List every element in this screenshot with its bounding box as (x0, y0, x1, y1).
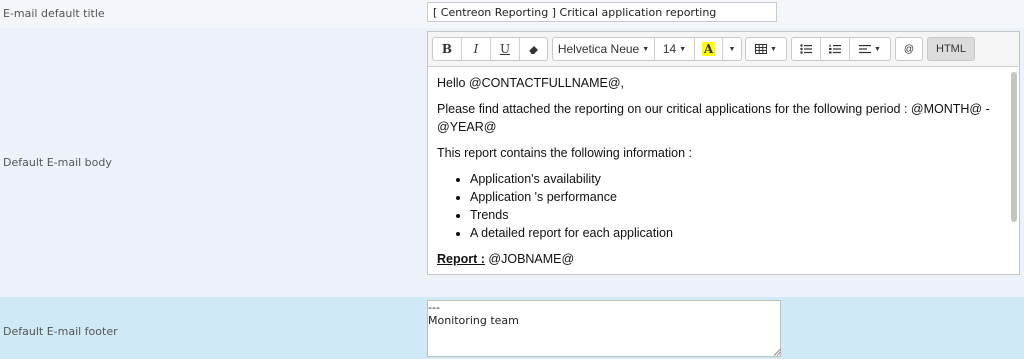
email-body-row: Default E-mail body B I U Helvetica Neue… (0, 28, 1024, 297)
list-item: Trends (470, 206, 997, 224)
link-button-group: @ (895, 37, 923, 61)
report-line: Report : @JOBNAME@ (437, 250, 997, 268)
eraser-icon (528, 45, 538, 54)
font-color-button[interactable]: A (695, 38, 723, 60)
format-button-group: B I U (432, 37, 548, 61)
table-icon (755, 44, 768, 54)
list-button-group: ▼ (791, 37, 891, 61)
eraser-button[interactable] (520, 38, 547, 60)
info-list: Application's availability Application '… (437, 170, 997, 242)
table-button-group: ▼ (745, 37, 787, 61)
font-size-dropdown[interactable]: 14 ▼ (655, 38, 695, 60)
underline-button[interactable]: U (491, 38, 520, 60)
list-item: A detailed report for each application (470, 224, 997, 242)
html-view-button[interactable]: HTML (928, 38, 974, 60)
chevron-down-icon: ▼ (728, 45, 736, 53)
font-color-icon: A (701, 42, 716, 56)
email-footer-row: Default E-mail footer --- Monitoring tea… (0, 297, 1024, 359)
ordered-list-icon (829, 44, 841, 54)
font-family-value: Helvetica Neue (557, 42, 640, 56)
email-link-button[interactable]: @ (896, 38, 922, 60)
editor-scrollbar[interactable] (1011, 72, 1017, 222)
email-title-label: E-mail default title (3, 7, 105, 20)
chevron-down-icon: ▼ (770, 45, 777, 53)
ordered-list-button[interactable] (821, 38, 850, 60)
html-button-group: HTML (927, 37, 975, 61)
report-label: Report : (437, 252, 485, 266)
bold-button[interactable]: B (433, 38, 462, 60)
table-dropdown[interactable]: ▼ (746, 38, 786, 60)
email-title-input[interactable]: [ Centreon Reporting ] Critical applicat… (427, 2, 777, 22)
unordered-list-icon (800, 44, 812, 54)
greeting-text: Hello @CONTACTFULLNAME@, (437, 76, 624, 90)
chevron-down-icon: ▼ (679, 45, 687, 53)
email-body-label: Default E-mail body (3, 156, 112, 169)
unordered-list-button[interactable] (792, 38, 821, 60)
period-paragraph: Please find attached the reporting on ou… (437, 102, 990, 134)
editor-toolbar: B I U Helvetica Neue ▼ 14 ▼ A ▼ ▼ ▼ @ HT… (428, 32, 1019, 67)
align-left-icon (859, 45, 872, 54)
font-button-group: Helvetica Neue ▼ 14 ▼ A ▼ (552, 37, 742, 61)
font-family-dropdown[interactable]: Helvetica Neue ▼ (553, 38, 655, 60)
info-paragraph: This report contains the following infor… (437, 146, 692, 160)
resize-handle-icon[interactable] (773, 348, 781, 356)
email-footer-textarea[interactable]: --- Monitoring team (427, 300, 781, 357)
report-value: @JOBNAME@ (488, 252, 575, 266)
list-item: Application 's performance (470, 188, 997, 206)
editor-content[interactable]: Hello @CONTACTFULLNAME@, Please find att… (437, 74, 997, 276)
email-title-row: E-mail default title [ Centreon Reportin… (0, 0, 1024, 28)
font-size-value: 14 (662, 42, 677, 56)
italic-button[interactable]: I (462, 38, 491, 60)
chevron-down-icon: ▼ (874, 45, 881, 53)
list-item: Application's availability (470, 170, 997, 188)
email-footer-label: Default E-mail footer (3, 325, 118, 338)
paragraph-align-dropdown[interactable]: ▼ (850, 38, 890, 60)
chevron-down-icon: ▼ (642, 45, 650, 53)
font-color-dropdown[interactable]: ▼ (723, 38, 741, 60)
rich-text-editor: B I U Helvetica Neue ▼ 14 ▼ A ▼ ▼ ▼ @ HT… (427, 31, 1020, 275)
